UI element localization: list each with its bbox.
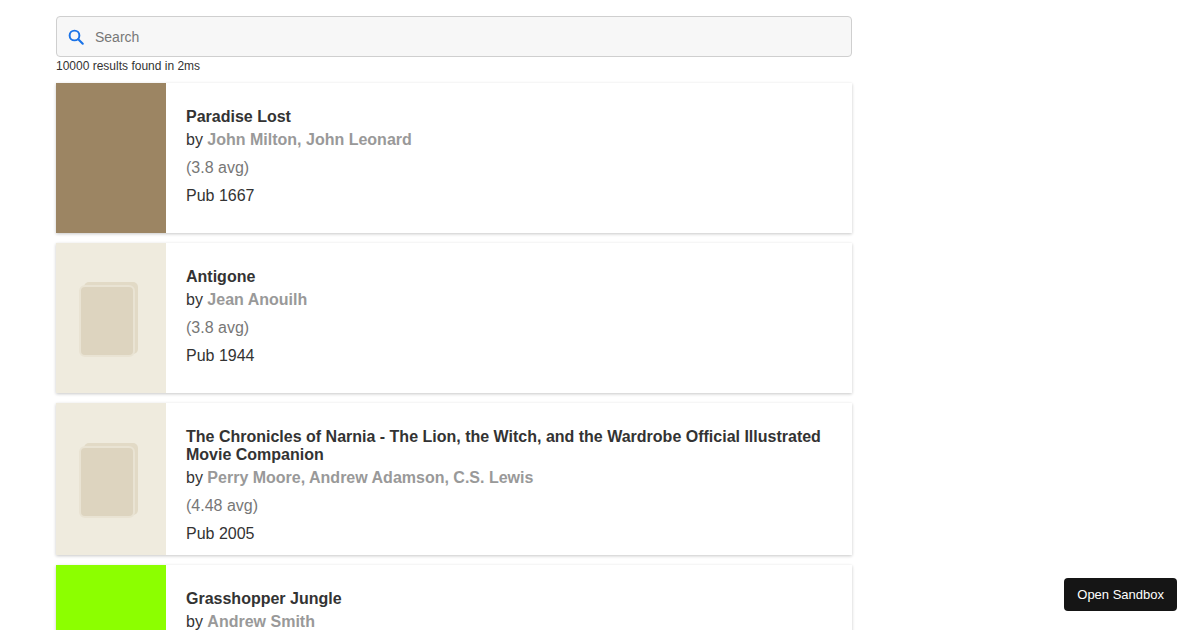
results-stats: 10000 results found in 2ms xyxy=(56,58,852,74)
book-info: The Chronicles of Narnia - The Lion, the… xyxy=(166,403,852,555)
book-cover xyxy=(56,83,166,233)
book-pub: Pub 2005 xyxy=(186,525,832,543)
by-label: by xyxy=(186,291,203,308)
book-list: Paradise Lost by John Milton, John Leona… xyxy=(56,83,852,630)
author-names[interactable]: Perry Moore, Andrew Adamson, C.S. Lewis xyxy=(207,469,533,486)
author-names[interactable]: Andrew Smith xyxy=(207,613,315,630)
book-info: Paradise Lost by John Milton, John Leona… xyxy=(166,83,852,233)
by-label: by xyxy=(186,613,203,630)
author-names[interactable]: John Milton, John Leonard xyxy=(207,131,411,148)
book-authors: by Perry Moore, Andrew Adamson, C.S. Lew… xyxy=(186,469,832,487)
page: 10000 results found in 2ms Paradise Lost… xyxy=(56,0,852,630)
open-sandbox-button[interactable]: Open Sandbox xyxy=(1064,578,1177,611)
search-icon xyxy=(67,28,85,46)
search-bar[interactable] xyxy=(56,16,852,57)
author-names[interactable]: Jean Anouilh xyxy=(207,291,307,308)
book-authors: by John Milton, John Leonard xyxy=(186,131,832,149)
book-rating: (4.48 avg) xyxy=(186,497,832,515)
book-cover xyxy=(56,403,166,555)
book-title[interactable]: Paradise Lost xyxy=(186,108,832,126)
book-pub: Pub 1667 xyxy=(186,187,832,205)
book-title[interactable]: The Chronicles of Narnia - The Lion, the… xyxy=(186,428,832,464)
book-cover xyxy=(56,243,166,393)
book-cover xyxy=(56,565,166,630)
book-info: Antigone by Jean Anouilh (3.8 avg) Pub 1… xyxy=(166,243,852,393)
book-pub: Pub 1944 xyxy=(186,347,832,365)
book-title[interactable]: Antigone xyxy=(186,268,832,286)
book-placeholder-icon xyxy=(78,278,144,358)
book-authors: by Jean Anouilh xyxy=(186,291,832,309)
book-title[interactable]: Grasshopper Jungle xyxy=(186,590,832,608)
book-card[interactable]: Paradise Lost by John Milton, John Leona… xyxy=(56,83,852,233)
by-label: by xyxy=(186,469,203,486)
search-input[interactable] xyxy=(93,28,841,46)
book-info: Grasshopper Jungle by Andrew Smith xyxy=(166,565,852,630)
book-card[interactable]: Grasshopper Jungle by Andrew Smith xyxy=(56,565,852,630)
book-authors: by Andrew Smith xyxy=(186,613,832,630)
book-card[interactable]: The Chronicles of Narnia - The Lion, the… xyxy=(56,403,852,555)
book-card[interactable]: Antigone by Jean Anouilh (3.8 avg) Pub 1… xyxy=(56,243,852,393)
by-label: by xyxy=(186,131,203,148)
book-placeholder-icon xyxy=(78,439,144,519)
book-rating: (3.8 avg) xyxy=(186,319,832,337)
book-rating: (3.8 avg) xyxy=(186,159,832,177)
